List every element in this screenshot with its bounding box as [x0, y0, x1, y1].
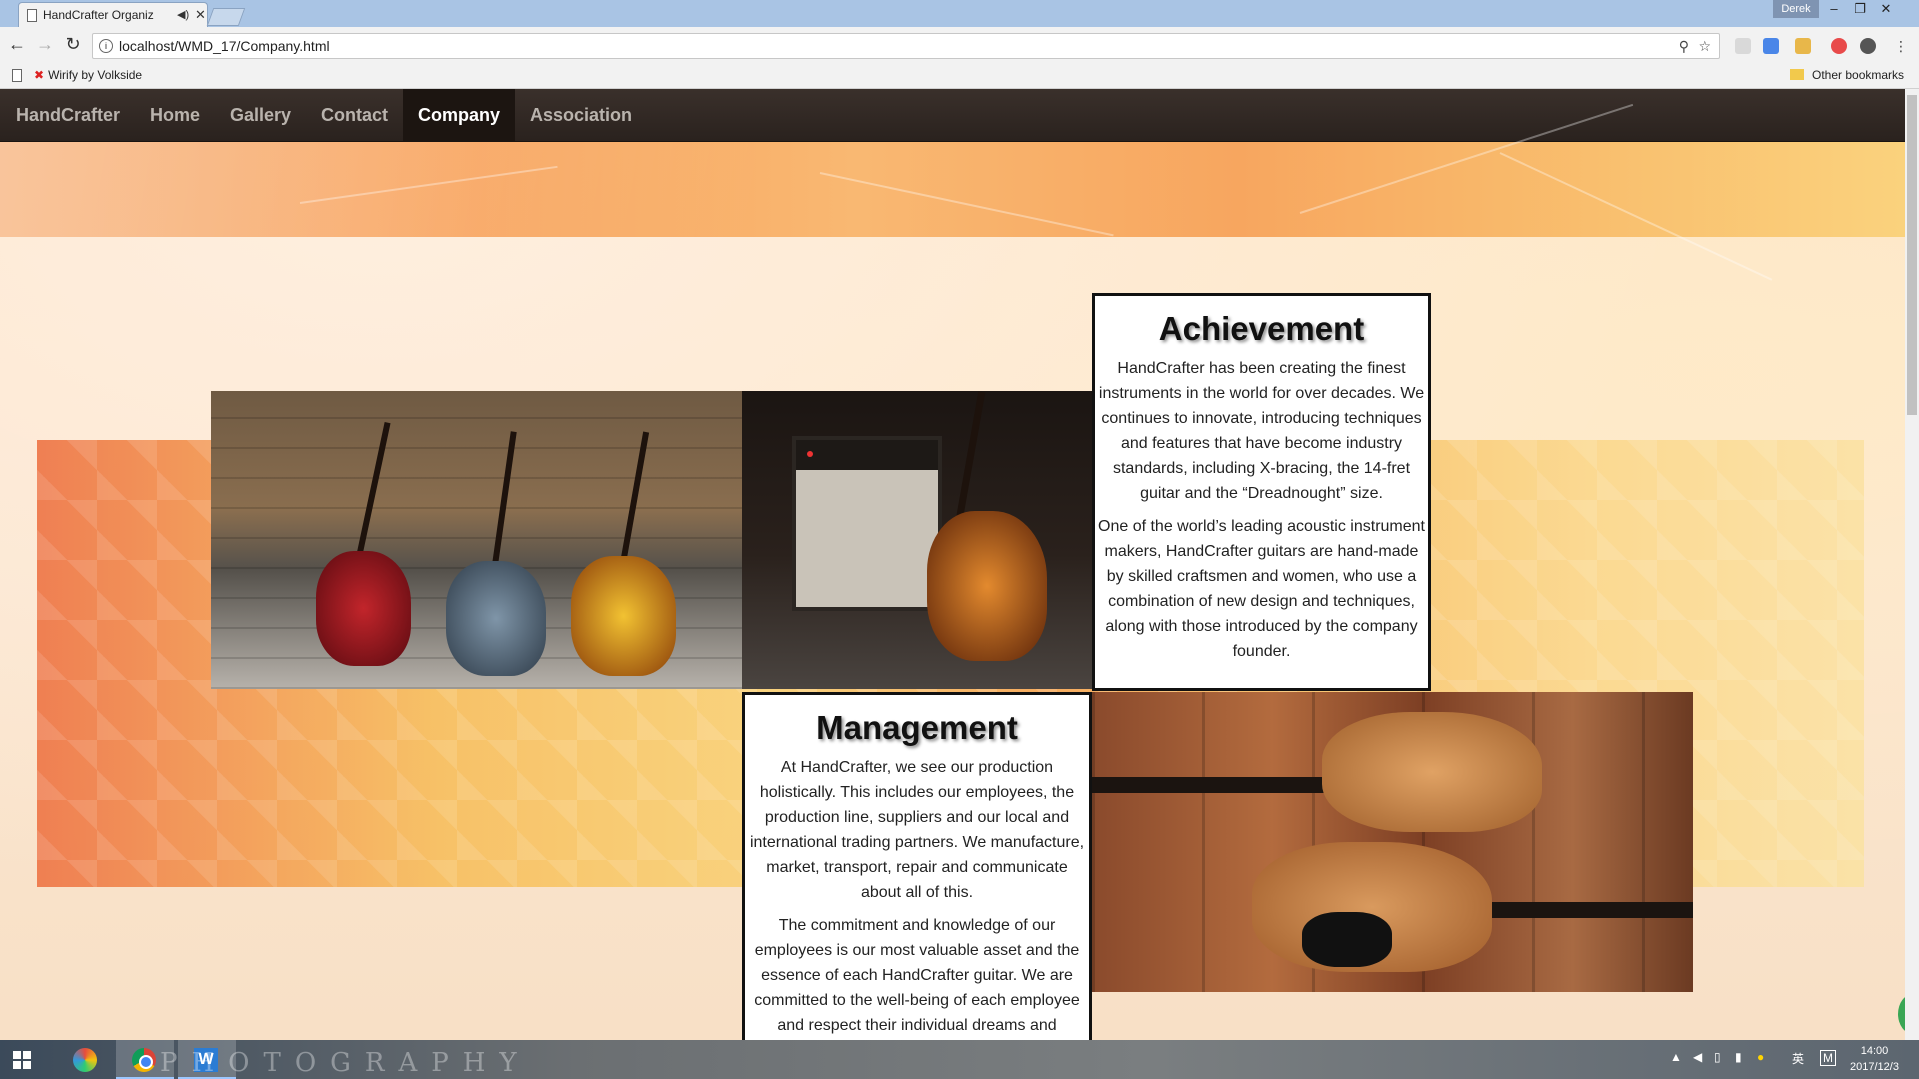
tab-strip: HandCrafter Organiz ◀) ✕ Derek – ❐ ✕ — [0, 0, 1919, 27]
browser-tab[interactable]: HandCrafter Organiz ◀) ✕ — [18, 2, 208, 27]
nav-home[interactable]: Home — [135, 89, 215, 141]
translate-extension-icon[interactable] — [1763, 38, 1779, 54]
bookmark-wirify[interactable]: ✖ Wirify by Volkside — [34, 68, 142, 82]
forward-icon[interactable]: → — [33, 34, 57, 55]
wirify-icon: ✖ — [34, 68, 45, 82]
management-card: Management At HandCrafter, we see our pr… — [742, 692, 1092, 1040]
nav-gallery[interactable]: Gallery — [215, 89, 306, 141]
clock-date: 2017/12/3 — [1850, 1061, 1899, 1073]
folder-icon — [1790, 69, 1804, 80]
info-icon[interactable]: i — [99, 39, 113, 53]
tab-title: HandCrafter Organiz — [43, 8, 154, 22]
page-viewport: HandCrafter Home Gallery Contact Company… — [0, 89, 1905, 1040]
header-banner — [0, 103, 1905, 281]
taskbar-clock[interactable]: 14:00 2017/12/3 — [1850, 1043, 1899, 1075]
bookmark-star-icon[interactable]: ☆ — [1698, 34, 1711, 58]
other-bookmarks[interactable]: Other bookmarks — [1790, 68, 1904, 82]
floating-badge[interactable] — [1898, 994, 1905, 1034]
page-scrollbar[interactable] — [1905, 89, 1919, 1040]
volume-icon[interactable]: ◀ — [1693, 1050, 1702, 1064]
network-icon[interactable]: ▮ — [1735, 1050, 1742, 1064]
menu-dots-icon[interactable]: ⋮ — [1894, 38, 1908, 54]
management-paragraph-2: The commitment and knowledge of our empl… — [754, 917, 1080, 1034]
site-navbar: HandCrafter Home Gallery Contact Company… — [0, 89, 1905, 142]
taskbar-app-icon[interactable] — [58, 1040, 116, 1079]
puzzle-extension-icon[interactable] — [1795, 38, 1811, 54]
page-icon — [27, 9, 37, 22]
management-title: Management — [816, 709, 1018, 746]
management-paragraph-1: At HandCrafter, we see our production ho… — [749, 759, 1085, 901]
achievement-paragraph-1: HandCrafter has been creating the finest… — [1098, 360, 1425, 502]
url-text: localhost/WMD_17/Company.html — [119, 38, 330, 54]
new-tab-button[interactable] — [206, 8, 246, 26]
start-button[interactable] — [0, 1040, 58, 1079]
guitars-shelf-photo — [211, 391, 742, 689]
apps-page-icon[interactable] — [12, 69, 22, 82]
battery-icon[interactable]: ▯ — [1714, 1050, 1721, 1064]
scrollbar-thumb[interactable] — [1907, 95, 1917, 415]
nav-brand[interactable]: HandCrafter — [1, 89, 135, 141]
close-window-icon[interactable]: ✕ — [1873, 0, 1899, 18]
pen-extension-icon[interactable] — [1735, 38, 1751, 54]
tray-arrow-icon[interactable]: ▲ — [1670, 1050, 1682, 1064]
nav-company[interactable]: Company — [403, 89, 516, 141]
nav-association[interactable]: Association — [515, 89, 647, 141]
back-icon[interactable]: ← — [5, 34, 29, 55]
wood-guitars-photo — [1092, 692, 1693, 992]
close-tab-icon[interactable]: ✕ — [195, 3, 206, 27]
security-icon[interactable]: ● — [1757, 1050, 1764, 1064]
ime-mode[interactable]: M — [1820, 1050, 1836, 1066]
profile-button[interactable]: Derek — [1773, 0, 1819, 18]
zoom-icon[interactable]: ⚲ — [1679, 34, 1689, 58]
achievement-card: Achievement HandCrafter has been creatin… — [1092, 293, 1431, 691]
bookmarks-bar: ✖ Wirify by Volkside Other bookmarks — [0, 64, 1919, 89]
clock-time: 14:00 — [1860, 1045, 1889, 1057]
account-extension-icon[interactable] — [1860, 38, 1876, 54]
restore-icon[interactable]: ❐ — [1847, 0, 1873, 18]
amp-guitar-photo — [742, 391, 1092, 689]
address-bar[interactable]: i localhost/WMD_17/Company.html ⚲ ☆ — [92, 33, 1720, 59]
ime-language[interactable]: 英 — [1792, 1050, 1804, 1067]
minimize-icon[interactable]: – — [1821, 0, 1847, 18]
wallpaper-watermark: PHOTOGRAPHY — [160, 1048, 531, 1078]
achievement-title: Achievement — [1158, 310, 1365, 347]
speaker-icon[interactable]: ◀) — [177, 3, 189, 27]
reload-icon[interactable]: ↻ — [61, 34, 85, 55]
block-extension-icon[interactable] — [1831, 38, 1847, 54]
achievement-paragraph-2: One of the world’s leading acoustic inst… — [1098, 518, 1425, 660]
nav-contact[interactable]: Contact — [306, 89, 403, 141]
windows-taskbar: W PHOTOGRAPHY ▲ ◀ ▯ ▮ ● 英 M 14:00 2017/1… — [0, 1040, 1919, 1079]
